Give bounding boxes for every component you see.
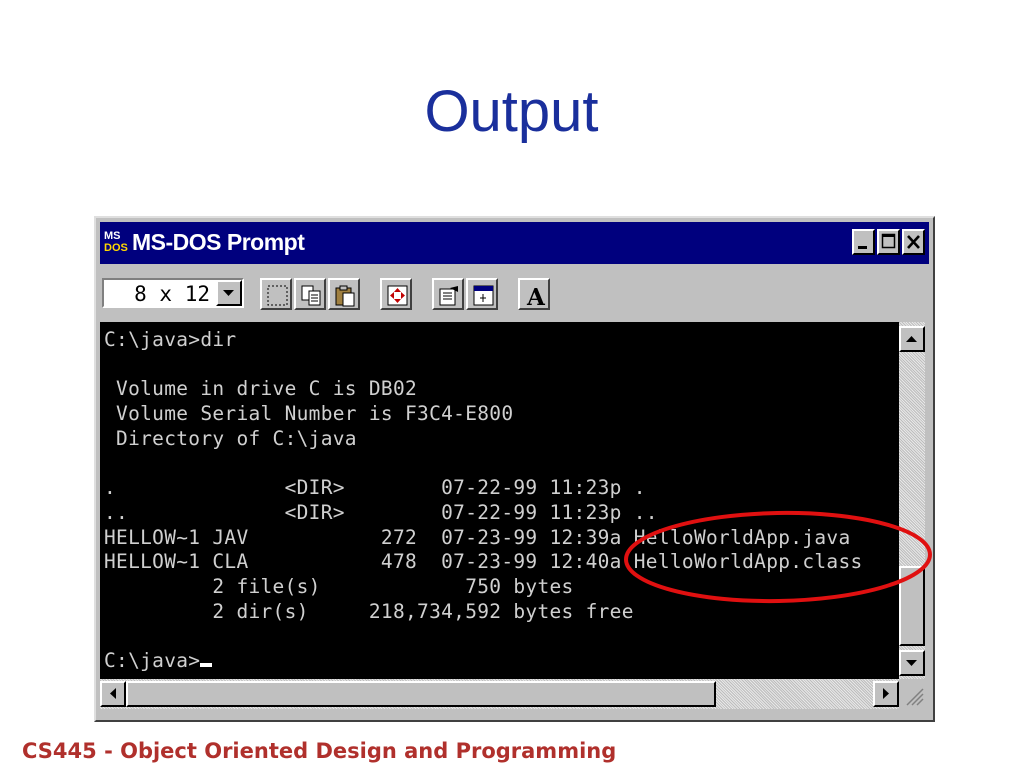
- console-line: 2 file(s) 750 bytes: [104, 575, 574, 599]
- minimize-icon: [858, 246, 867, 249]
- arrow-left-icon: [110, 688, 116, 699]
- window-title: MS-DOS Prompt: [132, 229, 305, 255]
- horizontal-scrollbar[interactable]: [100, 679, 899, 709]
- mark-button[interactable]: [260, 278, 292, 310]
- mark-icon: [267, 285, 288, 306]
- font-size-value: 8 x 12: [134, 282, 210, 306]
- scroll-up-button[interactable]: [899, 326, 925, 352]
- console-line: Directory of C:\java: [104, 426, 357, 450]
- horizontal-scroll-thumb[interactable]: [126, 681, 716, 707]
- toolbar: 8 x 12 A: [100, 268, 929, 318]
- background-icon: [473, 285, 494, 306]
- arrow-down-icon: [906, 660, 917, 666]
- slide-title: Output: [424, 79, 599, 144]
- fullscreen-icon: [387, 285, 408, 306]
- background-button[interactable]: [466, 278, 498, 310]
- vertical-scrollbar[interactable]: [899, 322, 925, 679]
- copy-button[interactable]: [294, 278, 326, 310]
- maximize-button[interactable]: [877, 229, 900, 255]
- console-line: HELLOW~1 JAV 272 07-23-99 12:39a HelloWo…: [104, 525, 851, 549]
- paste-icon: [335, 285, 355, 307]
- resize-grip[interactable]: [899, 679, 925, 709]
- ms-dos-prompt-window: MS DOS MS-DOS Prompt 8 x 12 A C:\java>di…: [94, 216, 935, 722]
- scroll-right-button[interactable]: [873, 681, 899, 707]
- console-line: C:\java>dir: [104, 328, 237, 351]
- console-line: .. <DIR> 07-22-99 11:23p ..: [104, 500, 658, 524]
- console-line: Volume Serial Number is F3C4-E800: [104, 402, 514, 426]
- fullscreen-button[interactable]: [380, 278, 412, 310]
- arrow-up-icon: [906, 336, 917, 342]
- scroll-left-button[interactable]: [100, 681, 126, 707]
- font-icon: A: [526, 284, 546, 308]
- close-icon: [907, 235, 920, 249]
- close-button[interactable]: [902, 229, 925, 255]
- font-size-select[interactable]: 8 x 12: [102, 278, 244, 308]
- console-line: . <DIR> 07-22-99 11:23p .: [104, 476, 646, 500]
- console-line: Volume in drive C is DB02: [104, 377, 418, 401]
- title-bar[interactable]: MS DOS MS-DOS Prompt: [100, 222, 929, 264]
- font-button[interactable]: A: [518, 278, 550, 310]
- paste-button[interactable]: [328, 278, 360, 310]
- text-cursor: [200, 663, 213, 668]
- copy-icon: [301, 285, 321, 306]
- ms-dos-icon: MS DOS: [104, 230, 128, 254]
- properties-icon: [439, 286, 458, 306]
- console-prompt: C:\java>: [104, 649, 201, 673]
- console-line: HELLOW~1 CLA 478 07-23-99 12:40a HelloWo…: [104, 550, 863, 574]
- svg-text:A: A: [526, 284, 546, 308]
- console-output[interactable]: C:\java>dir Volume in drive C is DB02 Vo…: [100, 322, 899, 679]
- vertical-scroll-thumb[interactable]: [899, 566, 925, 646]
- chevron-down-icon[interactable]: [216, 280, 242, 306]
- slide-footer: CS445 - Object Oriented Design and Progr…: [22, 739, 617, 763]
- console-line: 2 dir(s) 218,734,592 bytes free: [104, 599, 634, 623]
- properties-button[interactable]: [432, 278, 464, 310]
- maximize-icon: [881, 233, 896, 249]
- resize-grip-icon: [906, 688, 924, 706]
- minimize-button[interactable]: [852, 229, 875, 255]
- scroll-down-button[interactable]: [899, 650, 925, 676]
- console-text: C:\java>dir Volume in drive C is DB02 Vo…: [100, 322, 899, 674]
- arrow-right-icon: [883, 688, 889, 699]
